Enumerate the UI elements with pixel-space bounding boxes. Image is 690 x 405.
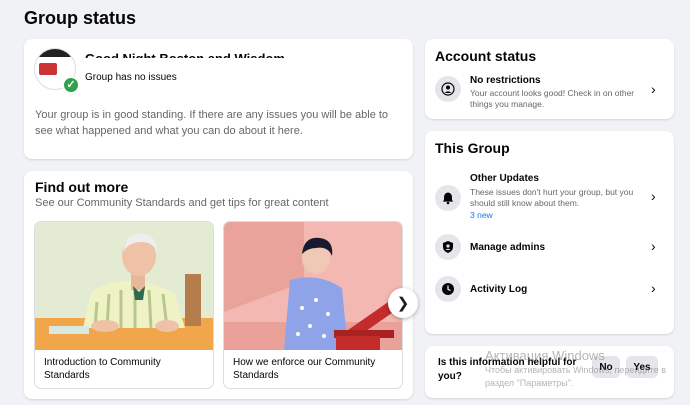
chevron-right-icon: › xyxy=(651,280,656,296)
community-standards-intro-illustration xyxy=(35,222,213,350)
bell-icon xyxy=(435,185,461,211)
chevron-right-icon: › xyxy=(651,188,656,204)
tile-caption: How we enforce our Community Standards xyxy=(233,357,376,381)
account-status-title: Account status xyxy=(435,48,537,64)
find-out-more-card: Find out more See our Community Standard… xyxy=(24,171,418,399)
community-standards-enforcement-tile[interactable]: How we enforce our Community Standards xyxy=(224,222,402,388)
tile-caption: Introduction to Community Standards xyxy=(44,357,161,381)
windows-activation-watermark: Активация Windows xyxy=(485,348,605,363)
group-status-description: Your group is in good standing. If there… xyxy=(35,109,389,137)
group-name[interactable]: Good Night Boston and Wisdom xyxy=(85,49,285,58)
row-description: Your account looks good! Check in on oth… xyxy=(470,88,635,109)
group-status-text: Group has no issues xyxy=(85,72,177,83)
page-title: Group status xyxy=(24,8,137,28)
person-icon xyxy=(435,76,461,102)
community-standards-enforcement-illustration xyxy=(224,222,402,350)
find-out-more-subtitle: See our Community Standards and get tips… xyxy=(35,197,329,209)
community-standards-intro-tile[interactable]: Introduction to Community Standards xyxy=(35,222,213,388)
next-arrow-button[interactable]: ❯ xyxy=(388,288,418,318)
this-group-card: This Group Other Updates These issues do… xyxy=(425,131,674,334)
row-title: Activity Log xyxy=(470,284,528,295)
this-group-title: This Group xyxy=(435,140,510,156)
row-title: No restrictions xyxy=(470,75,541,86)
account-status-card: Account status No restrictions Your acco… xyxy=(425,39,674,119)
group-status-card: ✓ Good Night Boston and Wisdom Group has… xyxy=(24,39,413,159)
chevron-right-icon: › xyxy=(651,238,656,254)
find-out-more-title: Find out more xyxy=(35,179,129,195)
check-icon: ✓ xyxy=(62,76,80,94)
chevron-right-icon: › xyxy=(651,81,656,97)
new-count-badge: 3 new xyxy=(470,210,493,220)
shield-icon xyxy=(435,234,461,260)
row-title: Manage admins xyxy=(470,242,546,253)
row-description: These issues don't hurt your group, but … xyxy=(470,187,634,208)
clock-icon xyxy=(435,276,461,302)
windows-activation-watermark-detail: Чтобы активировать Windows, перейдите в … xyxy=(485,365,666,388)
row-title: Other Updates xyxy=(470,173,539,184)
chevron-right-icon: ❯ xyxy=(396,295,410,312)
